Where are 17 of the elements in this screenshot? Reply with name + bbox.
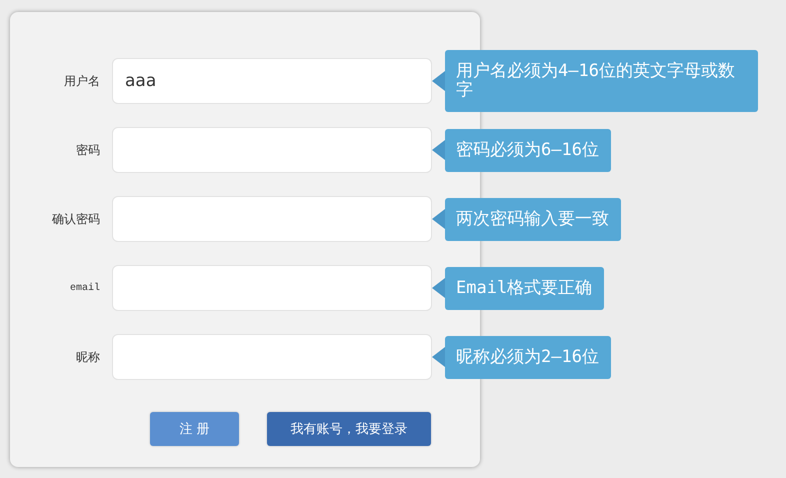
hint-tooltip: 昵称必须为2—16位 [432, 336, 611, 378]
field-label: 昵称 [75, 348, 100, 366]
input-field[interactable] [112, 196, 432, 242]
input-field[interactable] [112, 334, 432, 380]
field-label: email [68, 282, 100, 294]
hint-tooltip: 两次密码输入要一致 [432, 198, 621, 240]
hint-tooltip: Email格式要正确 [432, 266, 604, 310]
input-field[interactable]: aaa [112, 58, 432, 104]
field-label: 确认密码 [51, 210, 100, 228]
hint-tooltip: 密码必须为6—16位 [432, 128, 611, 172]
input-field[interactable] [112, 127, 432, 173]
register-button[interactable]: 注 册 [150, 412, 239, 446]
field-label: 用户名 [63, 72, 100, 90]
login-button[interactable]: 我有账号，我要登录 [267, 412, 431, 446]
hint-tooltip: 用户名必须为4—16位的英文字母或数字 [432, 50, 758, 112]
field-label: 密码 [75, 142, 100, 158]
input-field[interactable] [112, 265, 432, 311]
